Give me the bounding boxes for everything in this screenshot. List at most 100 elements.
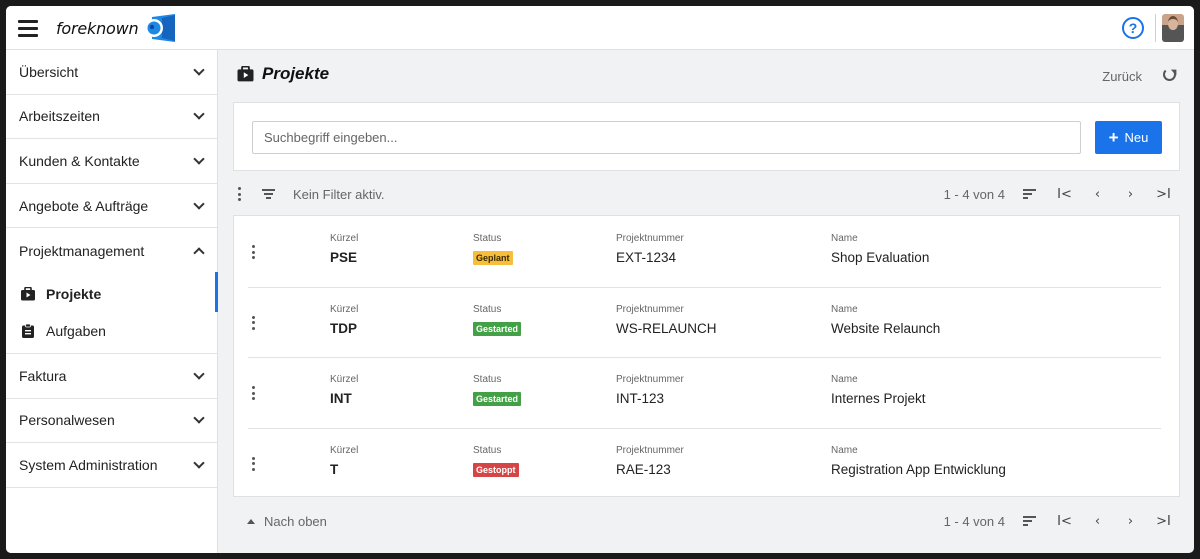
kuerzel-value: INT: [330, 391, 352, 406]
column-label: Status: [473, 233, 502, 244]
row-menu-icon[interactable]: [252, 245, 256, 259]
projektnummer-value: RAE-123: [616, 461, 671, 477]
name-value: Internes Projekt: [831, 391, 926, 406]
back-to-top-link[interactable]: Nach oben: [264, 514, 327, 529]
project-list: Kürzel PSE Status Geplant Projektnummer …: [233, 215, 1180, 497]
row-menu-icon[interactable]: [252, 315, 256, 330]
sidebar-section-system-administration[interactable]: System Administration: [6, 443, 217, 488]
prev-page-icon[interactable]: ‹: [1081, 514, 1114, 529]
sidebar-section-label: Übersicht: [19, 63, 79, 80]
kuerzel-value: T: [330, 461, 339, 477]
sort-icon[interactable]: [1023, 516, 1036, 526]
sort-icon[interactable]: [1023, 189, 1036, 199]
sidebar-section-angebote-auftraege[interactable]: Angebote & Aufträge: [6, 184, 217, 229]
first-page-icon[interactable]: I<: [1048, 514, 1081, 529]
sidebar-section-label: Angebote & Aufträge: [19, 197, 149, 214]
cell-status: Status Gestarted: [473, 374, 522, 407]
column-label: Status: [473, 374, 502, 385]
logo[interactable]: foreknown: [56, 14, 176, 42]
row-menu-icon[interactable]: [252, 456, 256, 471]
chevron-down-icon: [194, 201, 204, 211]
column-label: Projektnummer: [616, 444, 684, 456]
next-page-icon[interactable]: ›: [1114, 187, 1147, 202]
page-header: Projekte: [237, 64, 329, 84]
sidebar-section-label: Personalwesen: [19, 412, 115, 429]
top-bar: foreknown ?: [6, 6, 1194, 50]
cell-projektnummer: Projektnummer WS-RELAUNCH: [616, 304, 717, 337]
status-badge: Gestarted: [473, 321, 522, 336]
sidebar-section-label: Projektmanagement: [19, 242, 145, 259]
sidebar-item-label: Aufgaben: [46, 323, 106, 340]
projektnummer-value: WS-RELAUNCH: [616, 320, 717, 336]
chevron-down-icon: [194, 111, 204, 121]
refresh-icon[interactable]: [1163, 68, 1176, 81]
last-page-icon[interactable]: >I: [1147, 187, 1180, 202]
sidebar-item-projekte[interactable]: Projekte: [6, 271, 218, 313]
sidebar-section-personalwesen[interactable]: Personalwesen: [6, 399, 217, 444]
chevron-down-icon: [194, 460, 204, 470]
kuerzel-value: TDP: [330, 320, 357, 336]
header-divider: [1155, 14, 1156, 42]
sidebar-section-faktura[interactable]: Faktura: [6, 354, 217, 399]
table-row[interactable]: Kürzel TDP Status Gestarted Projektnumme…: [234, 286, 1179, 358]
clipboard-icon: [22, 324, 34, 339]
column-label: Projektnummer: [616, 303, 684, 315]
chevron-down-icon: [194, 415, 204, 425]
column-label: Kürzel: [330, 444, 359, 456]
new-button-label: Neu: [1124, 130, 1149, 145]
sidebar-section-kunden-kontakte[interactable]: Kunden & Kontakte: [6, 139, 217, 184]
status-badge: Gestoppt: [473, 462, 519, 477]
cell-kuerzel: Kürzel T: [330, 445, 358, 478]
back-link[interactable]: Zurück: [1102, 69, 1142, 84]
help-icon[interactable]: ?: [1122, 17, 1144, 39]
kuerzel-value: PSE: [330, 250, 358, 265]
user-avatar[interactable]: [1162, 14, 1184, 42]
list-footer: Nach oben 1 - 4 von 4 I< ‹ › >I: [233, 503, 1180, 539]
search-panel: + Neu: [233, 102, 1180, 171]
sidebar-section-projektmanagement[interactable]: Projektmanagement: [6, 228, 217, 273]
filter-icon[interactable]: [262, 189, 275, 199]
first-page-icon[interactable]: I<: [1048, 187, 1081, 202]
column-label: Kürzel: [330, 303, 359, 315]
name-value: Registration App Entwicklung: [831, 461, 1006, 477]
column-label: Status: [473, 444, 502, 456]
column-label: Kürzel: [330, 233, 359, 244]
new-project-button[interactable]: + Neu: [1095, 121, 1162, 154]
next-page-icon[interactable]: ›: [1114, 514, 1147, 529]
sidebar-item-label: Projekte: [46, 286, 102, 303]
status-badge: Gestarted: [473, 392, 522, 406]
arrow-up-icon[interactable]: [247, 518, 255, 524]
last-page-icon[interactable]: >I: [1147, 514, 1180, 529]
logo-mark-icon: [145, 14, 176, 42]
pager-bottom: 1 - 4 von 4 I< ‹ › >I: [944, 503, 1180, 539]
prev-page-icon[interactable]: ‹: [1081, 187, 1114, 202]
table-row[interactable]: Kürzel INT Status Gestarted Projektnumme…: [234, 357, 1179, 428]
cell-name: Name Internes Projekt: [831, 374, 926, 407]
logo-text: foreknown: [56, 18, 139, 38]
more-vert-icon[interactable]: [238, 187, 242, 201]
sidebar-item-aufgaben[interactable]: Aufgaben: [6, 313, 217, 350]
projektnummer-value: EXT-1234: [616, 250, 677, 265]
column-label: Kürzel: [330, 374, 359, 385]
page-title: Projekte: [262, 64, 330, 83]
chevron-up-icon: [194, 246, 204, 256]
menu-icon[interactable]: [18, 20, 38, 37]
cell-name: Name Registration App Entwicklung: [831, 445, 1006, 478]
main-content: Projekte Zurück + Neu Kein Filter aktiv.…: [219, 50, 1194, 553]
briefcase-icon: [21, 287, 35, 301]
search-input[interactable]: [252, 121, 1081, 154]
sidebar-section-label: System Administration: [19, 456, 158, 473]
sidebar-section-arbeitszeiten[interactable]: Arbeitszeiten: [6, 95, 217, 140]
table-row[interactable]: Kürzel PSE Status Geplant Projektnummer …: [234, 216, 1179, 287]
column-label: Projektnummer: [616, 233, 684, 244]
row-menu-icon[interactable]: [252, 386, 256, 400]
table-row[interactable]: Kürzel T Status Gestoppt Projektnummer R…: [234, 427, 1179, 499]
status-badge: Geplant: [473, 251, 513, 265]
cell-name: Name Shop Evaluation: [831, 233, 929, 266]
cell-kuerzel: Kürzel TDP: [330, 304, 358, 337]
cell-name: Name Website Relaunch: [831, 304, 940, 337]
sidebar-section-label: Arbeitszeiten: [19, 108, 100, 125]
cell-projektnummer: Projektnummer INT-123: [616, 374, 684, 407]
range-text: 1 - 4 von 4: [943, 513, 1005, 529]
sidebar-section-uebersicht[interactable]: Übersicht: [6, 50, 217, 95]
